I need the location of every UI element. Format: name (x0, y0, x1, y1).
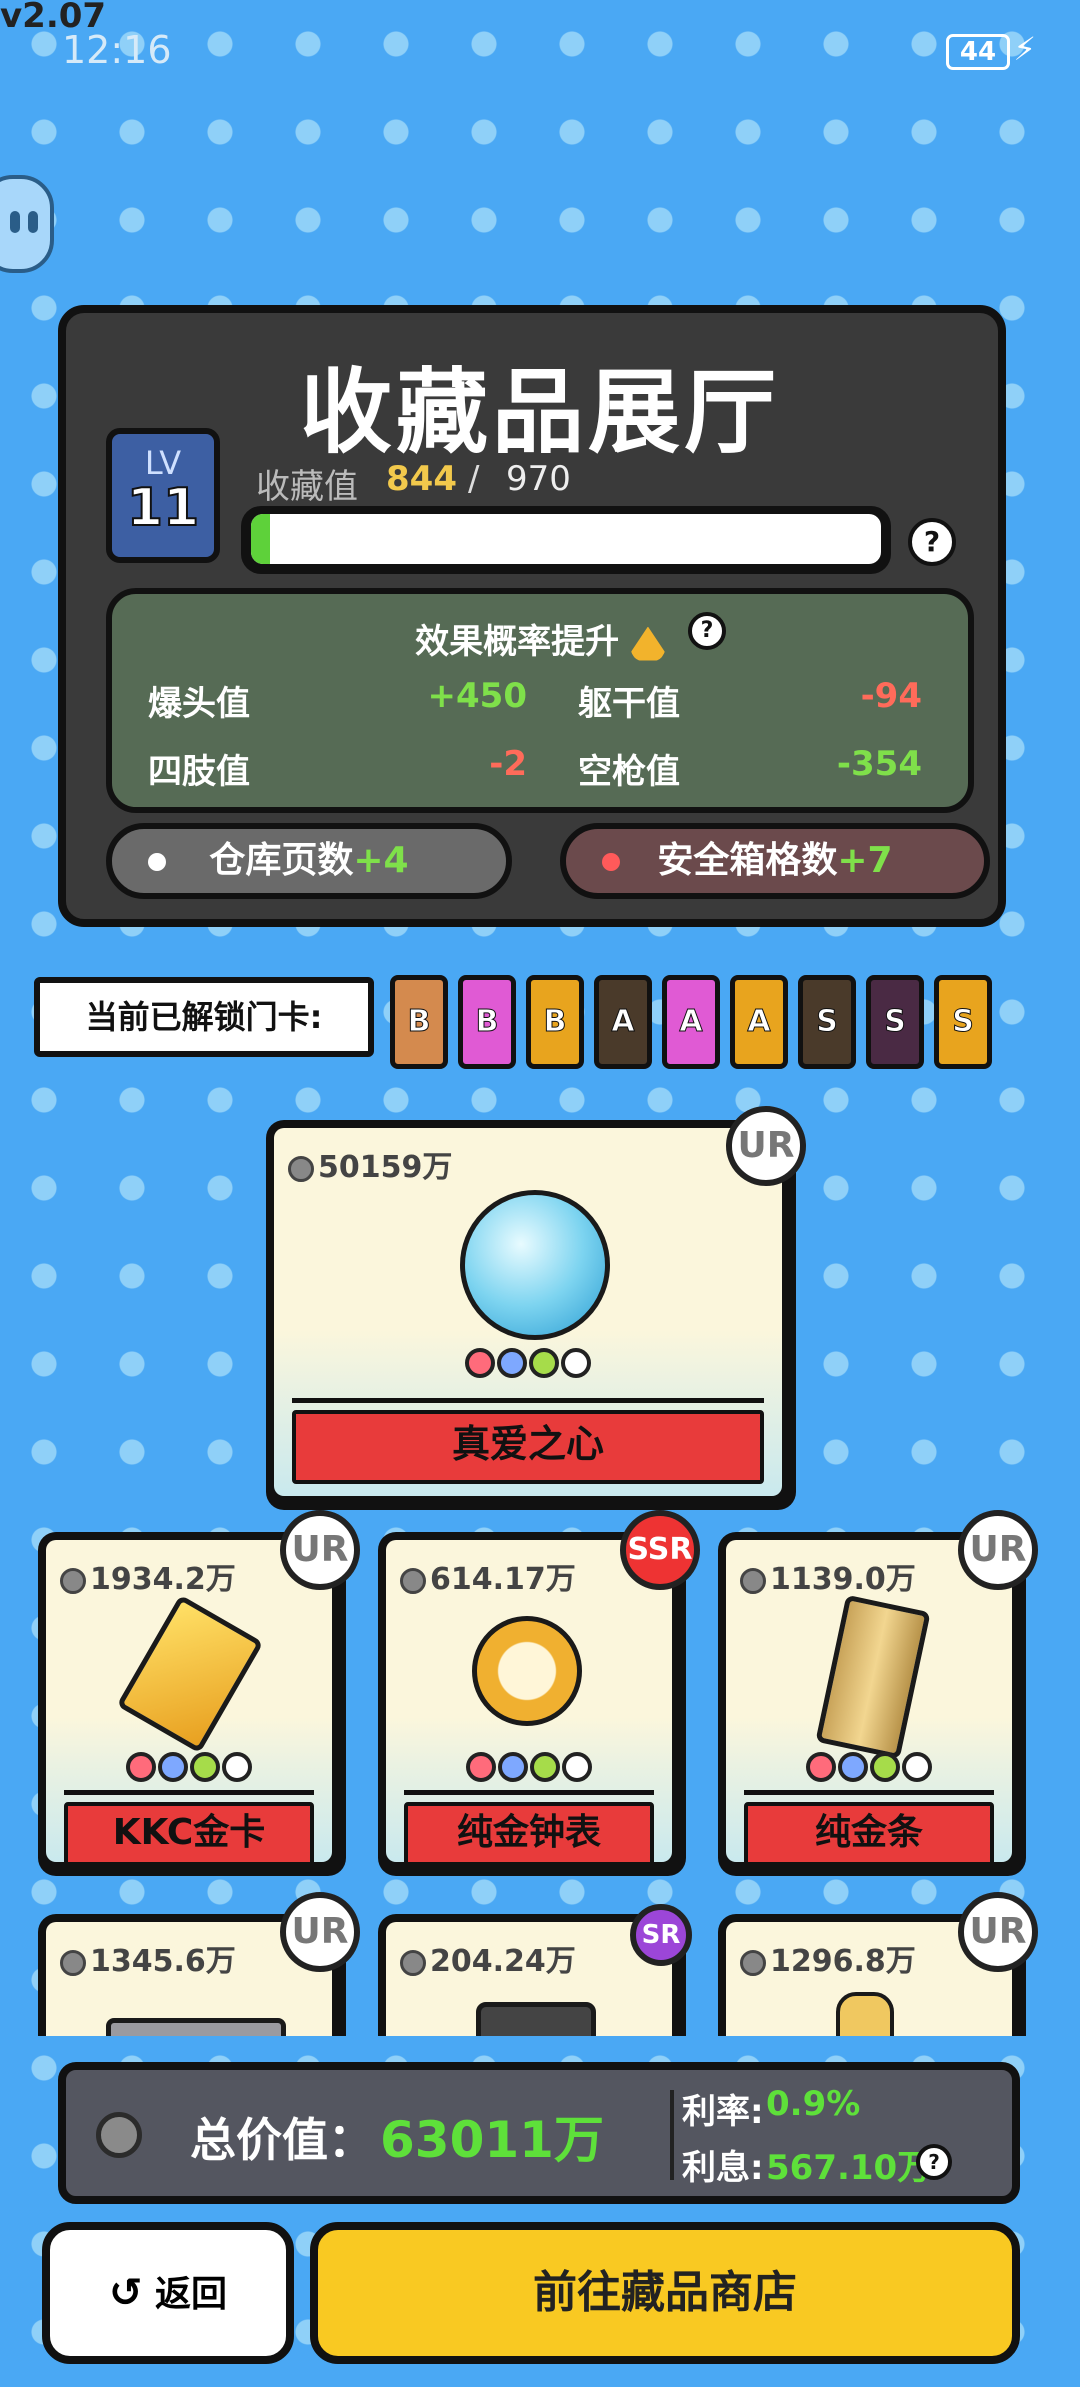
keycard-s: S (934, 975, 992, 1069)
clock: 12:16 (62, 28, 172, 72)
item-price: 1345.6万 (60, 1936, 236, 1980)
effect-boost-box: 效果概率提升 ? 爆头值 +450 躯干值 -94 四肢值 -2 空枪值 -35… (106, 588, 974, 813)
collect-help-icon[interactable]: ? (908, 518, 956, 566)
total-value-bar: 总价值： 63011万 利率: 0.9% 利息: 567.10万 ? (58, 2062, 1020, 2204)
device-icon (476, 2002, 596, 2036)
stat-value-limbs: -2 (489, 744, 527, 784)
level-value: 11 (126, 477, 200, 539)
coin-icon (96, 2112, 142, 2158)
effect-title: 效果概率提升 (112, 614, 968, 663)
rarity-badge: UR (726, 1106, 806, 1186)
keycard-b: B (390, 975, 448, 1069)
safebox-slots-pill: 安全箱格数+7 (560, 823, 990, 899)
gpu-icon (106, 2018, 286, 2036)
items-grid-partial-row: 1345.6万 UR 204.24万 SR 1296.8万 UR (0, 1890, 1080, 2036)
item-name: 真爱之心 (292, 1410, 764, 1484)
collect-value-current: 844 (386, 459, 457, 499)
stat-label-empty-shot: 空枪值 (578, 752, 680, 792)
coin-icon (740, 1949, 766, 1976)
item-price: 1296.8万 (740, 1936, 916, 1980)
collect-value-label: 收藏值 (256, 467, 358, 507)
charging-icon: ⚡ (1013, 30, 1036, 68)
interest-help-icon[interactable]: ? (916, 2144, 952, 2180)
status-bar: v2.07 12:16 44 ⚡ (0, 0, 1080, 80)
total-value-amount: 63011万 (380, 2111, 604, 2169)
keycard-a: A (594, 975, 652, 1069)
keycard-a: A (730, 975, 788, 1069)
coin-icon (400, 1949, 426, 1976)
go-to-shop-button[interactable]: 前往藏品商店 (310, 2222, 1020, 2364)
keycard-b: B (526, 975, 584, 1069)
unlocked-cards-label: 当前已解锁门卡: (34, 977, 374, 1057)
rarity-badge: UR (958, 1892, 1038, 1972)
stat-value-torso: -94 (860, 676, 922, 716)
total-value-label: 总价值： (190, 2113, 374, 2167)
item-price: 204.24万 (400, 1936, 576, 1980)
stat-value-headshot: +450 (427, 676, 527, 716)
back-arrow-icon: ↺ (108, 2270, 143, 2316)
item-name: 纯金钟表 (404, 1802, 654, 1862)
warehouse-pages-pill: 仓库页数+4 (106, 823, 512, 899)
stat-value-empty-shot: -354 (836, 744, 922, 784)
effect-help-icon[interactable]: ? (688, 612, 726, 650)
rarity-badge: UR (280, 1510, 360, 1590)
collection-hall-panel: 收藏品展厅 LV 11 收藏值 844 / 970 ? 效果概率提升 ? 爆头值… (58, 305, 1006, 927)
rarity-badge: UR (280, 1892, 360, 1972)
progress-fill (251, 514, 270, 564)
pocket-watch-icon (472, 1616, 582, 1726)
collect-value-separator: / (468, 459, 480, 499)
item-price: 1934.2万 (60, 1554, 236, 1598)
battery-indicator: 44 (946, 34, 1010, 70)
coin-icon (740, 1567, 766, 1594)
gold-bar-icon (815, 1594, 931, 1760)
warehouse-dot (148, 853, 166, 871)
level-label: LV (144, 444, 182, 482)
coin-icon (60, 1567, 86, 1594)
item-name: KKC金卡 (64, 1802, 314, 1862)
safebox-dot (602, 853, 620, 871)
collect-progress-bar (241, 506, 891, 574)
level-badge: LV 11 (106, 428, 220, 563)
safebox-label: 安全箱格数 (657, 840, 838, 881)
gold-card-icon (116, 1594, 264, 1754)
rarity-badge: SR (630, 1904, 692, 1966)
item-price: 1139.0万 (740, 1554, 916, 1598)
side-menu-icon[interactable] (0, 175, 54, 273)
diamond-icon (460, 1190, 610, 1340)
coin-icon (288, 1155, 314, 1182)
back-button[interactable]: ↺ 返回 (42, 2222, 294, 2364)
keycard-s: S (866, 975, 924, 1069)
effect-title-text: 效果概率提升 (415, 622, 620, 662)
item-price: 614.17万 (400, 1554, 576, 1598)
keycard-a: A (662, 975, 720, 1069)
up-arrow-icon (630, 626, 665, 661)
coin-icon (400, 1567, 426, 1594)
back-button-label: 返回 (155, 2274, 228, 2315)
rarity-badge: SSR (620, 1510, 700, 1590)
keycard-b: B (458, 975, 516, 1069)
warehouse-label: 仓库页数 (209, 840, 354, 881)
interest-rate-value: 0.9% (766, 2084, 861, 2124)
safebox-value: +7 (837, 840, 893, 881)
interest-label: 利息: (682, 2148, 764, 2188)
divider (670, 2090, 674, 2180)
rarity-badge: UR (958, 1510, 1038, 1590)
statue-icon (836, 1992, 894, 2036)
item-card-featured[interactable]: 50159万 真爱之心 (266, 1120, 796, 1510)
coin-icon (60, 1949, 86, 1976)
warehouse-value: +4 (353, 840, 409, 881)
item-name: 纯金条 (744, 1802, 994, 1862)
interest-value: 567.10万 (766, 2148, 932, 2188)
collect-value-max: 970 (506, 459, 571, 499)
interest-rate-label: 利率: (682, 2092, 764, 2132)
stat-label-torso: 躯干值 (578, 684, 680, 724)
stat-label-headshot: 爆头值 (148, 684, 250, 724)
stat-label-limbs: 四肢值 (148, 752, 250, 792)
keycard-s: S (798, 975, 856, 1069)
item-price: 50159万 (288, 1142, 452, 1186)
